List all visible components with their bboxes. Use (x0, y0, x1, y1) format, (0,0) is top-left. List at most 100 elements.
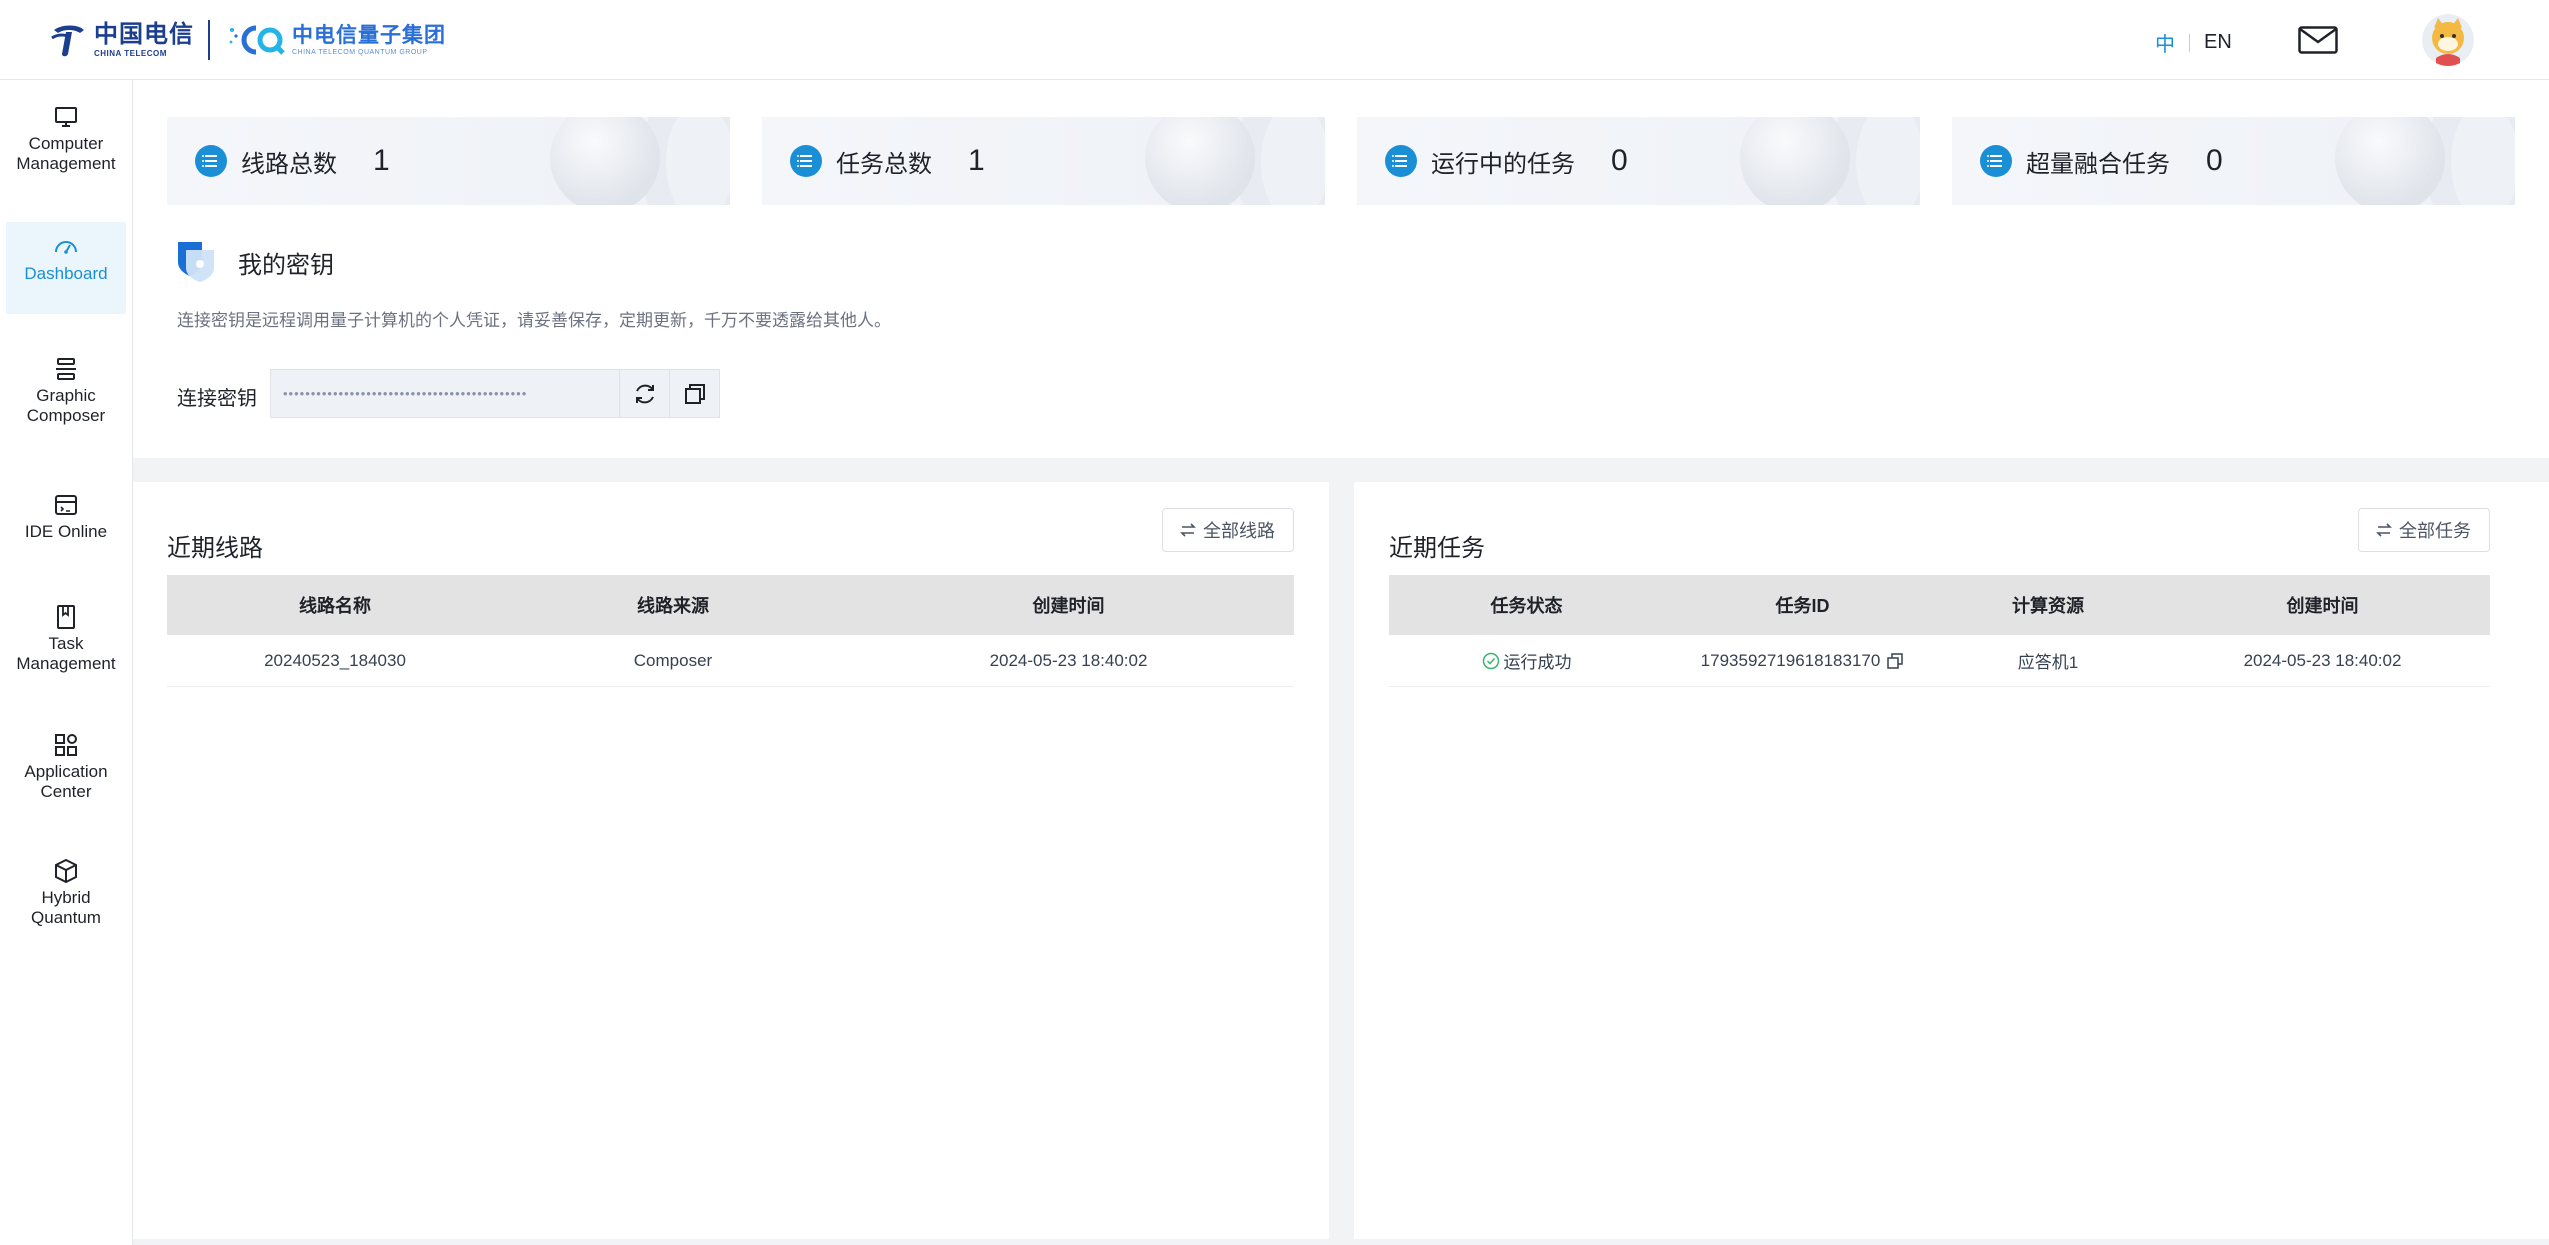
sidebar-item-graphic-composer[interactable]: Graphic Composer (6, 356, 126, 432)
all-tasks-button[interactable]: 全部任务 (2358, 508, 2490, 552)
key-section-title: 我的密钥 (176, 240, 334, 284)
language-switch: 中 EN (2155, 28, 2232, 57)
china-telecom-logo: 中国电信 CHINA TELECOM (48, 20, 194, 60)
table-header: 线路名称 线路来源 创建时间 (167, 575, 1294, 635)
stat-card-hybrid-tasks: 超量融合任务 0 (1952, 117, 2515, 205)
card-decoration (2335, 117, 2445, 205)
task-id: 1793592719618183170 (1700, 650, 1881, 670)
all-circuits-button[interactable]: 全部线路 (1162, 508, 1294, 552)
list-icon (195, 145, 227, 177)
table-header: 任务状态 任务ID 计算资源 创建时间 (1389, 575, 2490, 635)
sidebar-label: Computer (28, 134, 104, 153)
cq-name-cn: 中电信量子集团 (292, 23, 446, 47)
recent-tasks-panel: 近期任务 全部任务 任务状态 任务ID 计算资源 创建时间 运行成功 17935… (1354, 482, 2549, 1239)
column-header: 创建时间 (1032, 596, 1105, 616)
column-header: 线路名称 (299, 596, 371, 616)
card-decoration (550, 117, 660, 205)
task-resource: 应答机1 (2017, 653, 2079, 672)
button-label: 全部线路 (1203, 521, 1275, 541)
sidebar-item-computer-management[interactable]: Computer Management (6, 104, 126, 180)
sidebar-item-application-center[interactable]: Application Center (6, 732, 126, 808)
ct-name-cn: 中国电信 (94, 20, 194, 48)
list-icon (1980, 145, 2012, 177)
top-header: 中国电信 CHINA TELECOM 中电信量子集团 CHINA TELECOM… (0, 0, 2549, 80)
table-row[interactable]: 运行成功 1793592719618183170 应答机1 2024-05-23… (1389, 635, 2490, 687)
success-check-icon (1482, 652, 1499, 669)
recent-circuits-panel: 近期线路 全部线路 线路名称 线路来源 创建时间 20240523_184030… (133, 482, 1329, 1239)
sidebar-label: Management (16, 654, 116, 673)
shield-key-icon (178, 242, 214, 282)
lang-separator (2189, 33, 2190, 52)
copy-icon (684, 383, 705, 404)
stat-value: 0 (1611, 144, 1628, 177)
composer-icon (56, 358, 76, 380)
task-id-cell: 1793592719618183170 (1664, 651, 1941, 671)
task-status-text: 运行成功 (1503, 653, 1572, 672)
sidebar-label: Management (16, 154, 116, 173)
stat-card-tasks: 任务总数 1 (762, 117, 1325, 205)
cube-icon (55, 858, 77, 884)
refresh-icon (635, 384, 654, 403)
sidebar-label: IDE Online (24, 522, 108, 541)
dashboard-gauge-icon (55, 241, 77, 254)
key-label: 连接密钥 (177, 388, 257, 410)
copy-icon[interactable] (1886, 652, 1904, 670)
sidebar-label: Graphic (36, 386, 96, 405)
stat-value: 0 (2206, 144, 2223, 177)
brand-divider (208, 20, 210, 60)
list-icon (790, 145, 822, 177)
lang-zh-option[interactable]: 中 (2155, 28, 2175, 57)
sidebar-item-hybrid-quantum[interactable]: Hybrid Quantum (6, 858, 126, 934)
sidebar-label: Composer (26, 406, 106, 425)
key-description: 连接密钥是远程调用量子计算机的个人凭证，请妥善保存，定期更新，千万不要透露给其他… (177, 311, 891, 330)
table-row[interactable]: 20240523_184030 Composer 2024-05-23 18:4… (167, 635, 1294, 687)
ct-quantum-logo: 中电信量子集团 CHINA TELECOM QUANTUM GROUP (226, 20, 446, 60)
key-input[interactable] (271, 370, 619, 417)
app-grid-icon (55, 734, 77, 756)
card-decoration (1145, 117, 1255, 205)
sidebar: Computer Management Dashboard Graphic Co… (0, 80, 133, 1245)
mail-icon[interactable] (2298, 26, 2338, 54)
stat-label: 线路总数 (241, 150, 337, 178)
sidebar-item-ide-online[interactable]: IDE Online (6, 492, 126, 552)
button-label: 全部任务 (2399, 521, 2471, 541)
brand-logos[interactable]: 中国电信 CHINA TELECOM 中电信量子集团 CHINA TELECOM… (48, 18, 446, 62)
sidebar-label: Hybrid (41, 888, 91, 907)
swap-icon (1180, 523, 1196, 537)
refresh-key-button[interactable] (619, 370, 669, 417)
column-header: 线路来源 (637, 596, 709, 616)
sidebar-label: Dashboard (24, 264, 108, 283)
column-header: 创建时间 (2286, 596, 2359, 616)
ide-window-icon (55, 495, 77, 515)
sidebar-item-dashboard[interactable]: Dashboard (6, 222, 126, 314)
copy-key-button[interactable] (669, 370, 719, 417)
stat-label: 超量融合任务 (2026, 150, 2170, 178)
sidebar-label: Task (48, 634, 84, 653)
list-icon (1385, 145, 1417, 177)
sidebar-item-task-management[interactable]: Task Management (6, 604, 126, 680)
circuit-source: Composer (633, 650, 713, 670)
panel-title: 近期任务 (1389, 535, 1485, 562)
stat-card-circuits: 线路总数 1 (167, 117, 730, 205)
section-gap (133, 458, 2549, 482)
cq-name-en: CHINA TELECOM QUANTUM GROUP (292, 48, 428, 56)
key-field-group (270, 369, 720, 418)
circuits-table: 线路名称 线路来源 创建时间 20240523_184030 Composer … (167, 575, 1294, 687)
column-header: 任务状态 (1490, 596, 1563, 616)
circuit-created: 2024-05-23 18:40:02 (989, 650, 1148, 670)
column-header: 任务ID (1775, 596, 1830, 616)
sidebar-label: Application (24, 762, 108, 781)
sidebar-label: Center (40, 782, 92, 801)
user-avatar[interactable] (2422, 14, 2474, 66)
china-telecom-mark-icon (51, 25, 84, 57)
panel-gap (1329, 482, 1354, 1245)
bottom-gap (133, 1239, 2549, 1245)
panel-title: 近期线路 (167, 535, 263, 562)
stat-label: 任务总数 (836, 150, 932, 178)
task-status: 运行成功 (1389, 648, 1664, 673)
swap-icon (2376, 523, 2392, 537)
stat-value: 1 (373, 144, 390, 177)
lang-en-option[interactable]: EN (2204, 31, 2232, 54)
card-decoration (1740, 117, 1850, 205)
avatar-icon (2422, 14, 2474, 66)
